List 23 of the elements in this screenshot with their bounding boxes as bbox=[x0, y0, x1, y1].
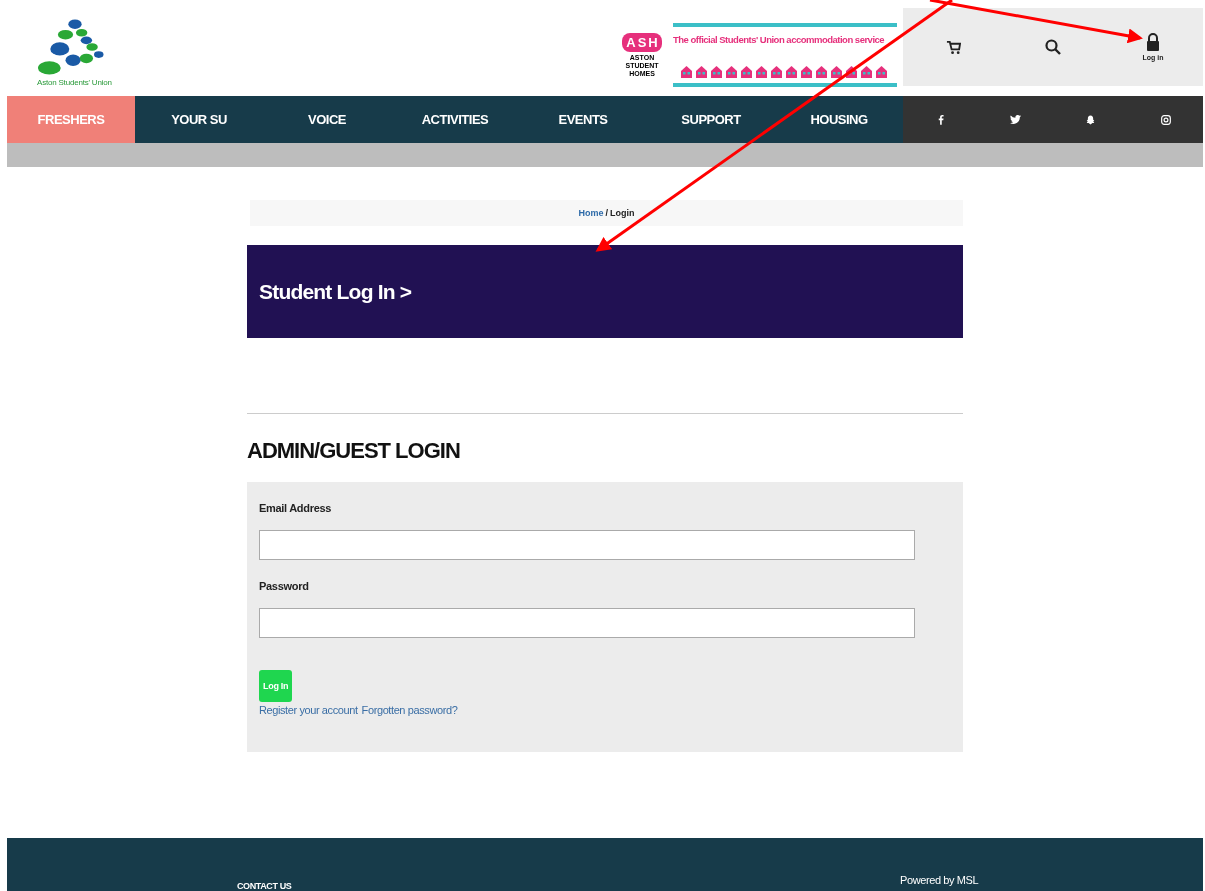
lock-icon bbox=[1146, 33, 1160, 51]
cart-icon bbox=[945, 39, 961, 55]
breadcrumb-link[interactable]: Home bbox=[578, 208, 604, 218]
input-field[interactable] bbox=[259, 530, 915, 560]
accommodation-banner[interactable]: The official Students' Union accommodation service bbox=[673, 22, 897, 47]
footer-heading: CONTACT US bbox=[237, 881, 292, 891]
input-field[interactable] bbox=[259, 608, 915, 638]
twitter-icon bbox=[1010, 115, 1021, 124]
section-heading: ADMIN/GUEST LOGIN bbox=[247, 438, 461, 464]
search-icon bbox=[1045, 39, 1061, 55]
hexagon-logo: A S H bbox=[622, 32, 662, 52]
facebook-icon bbox=[937, 114, 944, 125]
field-label: Email Address bbox=[259, 502, 333, 514]
breadcrumb-separator: / bbox=[605, 208, 608, 218]
ghost-icon bbox=[1086, 114, 1095, 125]
student-login-banner[interactable]: Student Log In > bbox=[247, 245, 963, 338]
field-label: Password bbox=[259, 580, 310, 592]
logo-caption: Aston Students' Union bbox=[37, 78, 112, 87]
instagram-icon bbox=[1160, 114, 1171, 125]
breadcrumb-current: Login bbox=[610, 208, 635, 218]
account-link[interactable]: Forgotten password? bbox=[361, 704, 458, 716]
account-link[interactable]: Register your account bbox=[259, 704, 358, 716]
powered-by-text: Powered by MSL bbox=[900, 874, 979, 886]
